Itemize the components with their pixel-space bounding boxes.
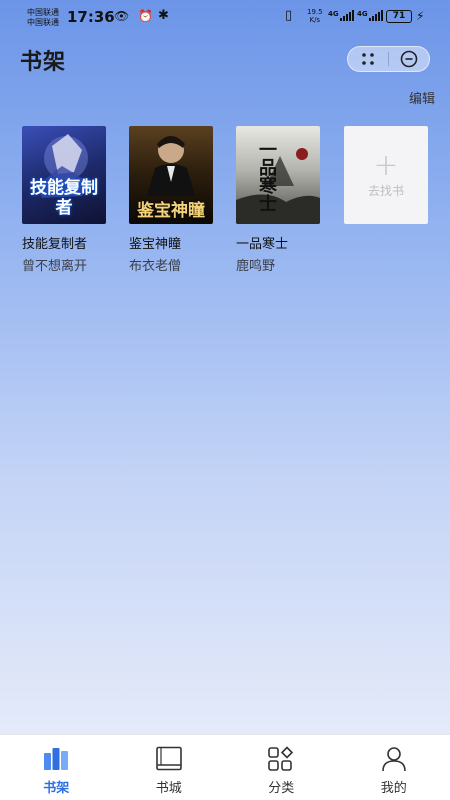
plus-icon: + xyxy=(373,147,399,183)
book-item[interactable]: 一品寒士 一品寒士 鹿鸣野 xyxy=(236,126,320,274)
minus-circle-icon xyxy=(400,50,418,68)
book-store-icon xyxy=(154,745,184,773)
cover-title-text: 一品寒士 xyxy=(256,140,277,212)
net-speed-value: 19.5 xyxy=(307,8,323,16)
eye-icon: 👁 xyxy=(114,9,130,23)
find-book-button[interactable]: + 去找书 xyxy=(344,126,428,224)
net-type-2: 4G xyxy=(357,10,368,18)
status-time: 17:36 xyxy=(67,8,115,26)
tab-category[interactable]: 分类 xyxy=(225,735,338,800)
find-book-label: 去找书 xyxy=(367,183,404,198)
book-cover[interactable]: 一品寒士 xyxy=(236,126,320,224)
bottom-tab-bar: 书架 书城 分类 我的 xyxy=(0,734,450,800)
carrier-1: 中国联通 xyxy=(27,8,59,17)
cover-title-text: 鉴宝神瞳 xyxy=(137,201,205,221)
tab-label: 书城 xyxy=(155,781,182,796)
carrier-info: 中国联通 中国联通 xyxy=(27,8,59,28)
book-author: 曾不想离开 xyxy=(22,259,88,274)
close-miniapp-button[interactable] xyxy=(389,47,429,71)
charging-icon: ⚡ xyxy=(416,9,425,23)
profile-icon xyxy=(379,745,409,773)
book-title[interactable]: 鉴宝神瞳 xyxy=(129,233,213,252)
book-cover[interactable]: 鉴宝神瞳 xyxy=(129,126,213,224)
book-author: 鹿鸣野 xyxy=(236,259,276,274)
net-type-1: 4G xyxy=(328,10,339,18)
signal-2-icon xyxy=(369,10,383,21)
tab-profile[interactable]: 我的 xyxy=(338,735,450,800)
tab-label: 书架 xyxy=(43,781,70,796)
more-button[interactable] xyxy=(348,47,388,71)
edit-button[interactable]: 编辑 xyxy=(409,88,435,107)
carrier-2: 中国联通 xyxy=(27,18,59,27)
more-dots-icon xyxy=(362,53,374,65)
net-speed: 19.5 K/s xyxy=(307,8,323,24)
book-author: 布衣老僧 xyxy=(129,259,182,274)
book-cover[interactable]: 技能复制者 xyxy=(22,126,106,224)
page-title: 书架 xyxy=(20,50,67,75)
alarm-icon: ⏰ xyxy=(138,9,153,23)
battery-icon: 71 xyxy=(386,10,412,23)
bluetooth-icon: ✱ xyxy=(158,8,169,23)
status-bar: 中国联通 中国联通 17:36 👁 ⏰ ✱ ▯ 19.5 K/s 4G 4G 7… xyxy=(0,0,450,34)
tab-bookshelf[interactable]: 书架 xyxy=(0,735,113,800)
book-item[interactable]: 鉴宝神瞳 鉴宝神瞳 布衣老僧 xyxy=(129,126,213,274)
book-title[interactable]: 技能复制者 xyxy=(22,233,106,252)
book-item[interactable]: 技能复制者 技能复制者 曾不想离开 xyxy=(22,126,106,274)
bookshelf-icon xyxy=(41,745,71,773)
category-icon xyxy=(266,745,296,773)
vibrate-icon: ▯ xyxy=(285,8,293,23)
net-speed-unit: K/s xyxy=(309,16,321,24)
tab-label: 分类 xyxy=(268,781,295,796)
tab-bookstore[interactable]: 书城 xyxy=(113,735,226,800)
book-title[interactable]: 一品寒士 xyxy=(236,233,320,252)
miniapp-capsule xyxy=(347,46,430,72)
cover-title-text: 技能复制者 xyxy=(30,178,98,218)
tab-label: 我的 xyxy=(380,781,407,796)
signal-1-icon xyxy=(340,10,354,21)
